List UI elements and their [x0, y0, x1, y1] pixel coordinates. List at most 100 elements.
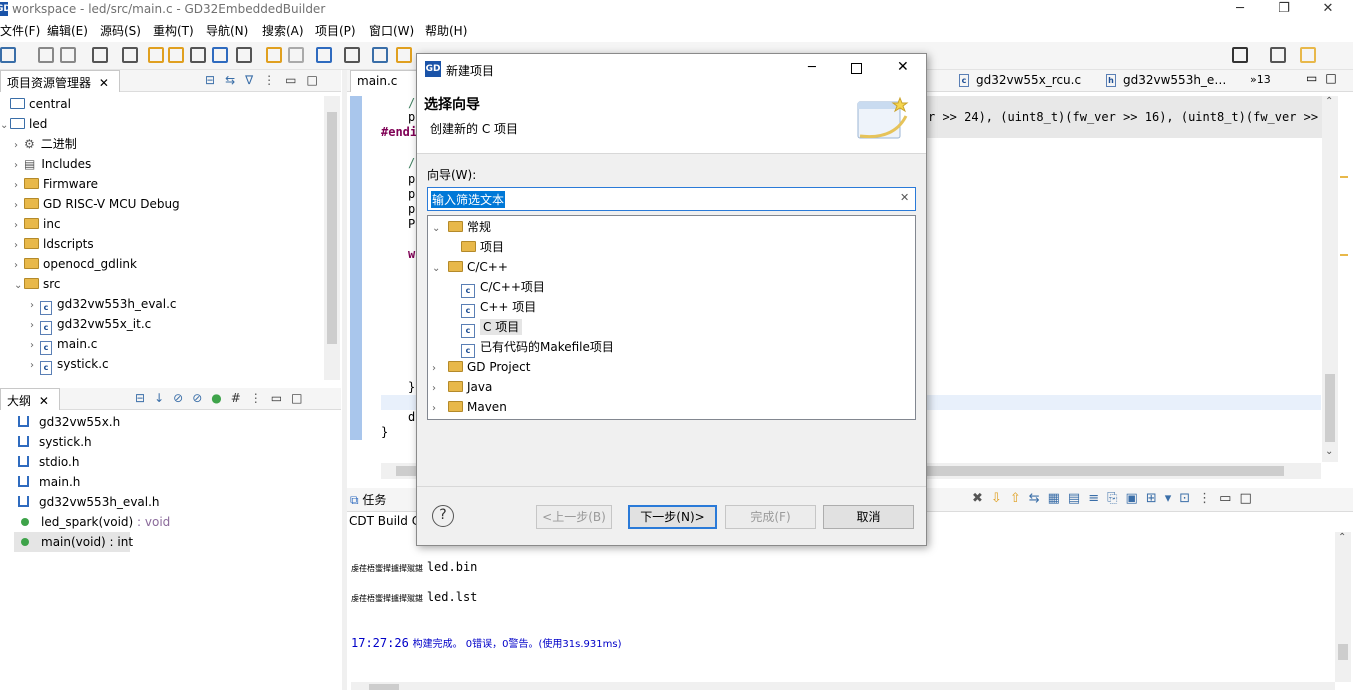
close-icon[interactable]: ✕ — [39, 394, 49, 408]
group-icon[interactable]: # — [231, 391, 250, 405]
outline-item[interactable]: led_spark(void) : void — [14, 512, 170, 532]
project-tree-item[interactable]: › c gd32vw553h_eval.c — [0, 294, 177, 315]
minimize-panel-icon[interactable]: ▭ — [285, 73, 306, 87]
build-icon[interactable] — [122, 47, 138, 63]
open-icon[interactable] — [372, 47, 388, 63]
forward-icon[interactable] — [168, 47, 184, 63]
project-tree-item[interactable]: › openocd_gdlink — [0, 254, 137, 274]
project-tree-item[interactable]: › ldscripts — [0, 234, 94, 254]
wizard-tree-item[interactable]: ⌄ 常规 — [432, 217, 491, 237]
wizard-tree-item[interactable]: c C++ 项目 — [461, 297, 536, 318]
display-icon[interactable]: ▣ — [1126, 491, 1146, 506]
undo-icon[interactable] — [266, 47, 282, 63]
prev-error-icon[interactable]: ⇧ — [1010, 491, 1029, 506]
minimize-panel-icon[interactable]: ▭ — [1219, 491, 1239, 506]
menu-item-1[interactable]: 编辑(E) — [47, 22, 88, 39]
outline-item[interactable]: main(void) : int — [14, 532, 133, 552]
dialog-maximize-button[interactable] — [851, 63, 862, 74]
outline-item[interactable]: systick.h — [14, 432, 92, 452]
project-tree-item[interactable]: › GD RISC-V MCU Debug — [0, 194, 180, 214]
wizard-tree-item[interactable]: ⌄ C/C++ — [432, 257, 508, 277]
maximize-panel-icon[interactable]: □ — [291, 391, 311, 405]
scroll-thumb[interactable] — [369, 684, 399, 690]
console-hscrollbar[interactable] — [351, 682, 1335, 690]
wizard-tree-item[interactable]: › GD Project — [432, 357, 530, 377]
back-button[interactable]: <上一步(B) — [536, 505, 612, 529]
binary-icon[interactable] — [92, 47, 108, 63]
console-vscrollbar[interactable]: ⌃ — [1335, 532, 1351, 682]
view-menu-icon[interactable]: ⋮ — [250, 391, 271, 405]
expand-arrow-icon[interactable]: › — [30, 336, 40, 356]
redo-icon[interactable] — [288, 47, 304, 63]
tab-gd32vw55x-rcu-c[interactable]: c gd32vw55x_rcu.c — [927, 70, 1107, 92]
hide-nonpublic-icon[interactable]: ● — [211, 391, 230, 405]
hide-static-icon[interactable]: ⊘ — [192, 391, 211, 405]
outline-item[interactable]: gd32vw55x.h — [14, 412, 120, 432]
expand-arrow-icon[interactable]: › — [432, 359, 442, 379]
scroll-up-icon[interactable]: ⌃ — [1338, 532, 1346, 543]
finish-button[interactable]: 完成(F) — [725, 505, 816, 529]
back-icon[interactable] — [148, 47, 164, 63]
search-icon[interactable] — [1232, 47, 1248, 63]
collapse-arrow-icon[interactable]: ⌄ — [432, 219, 442, 239]
expand-arrow-icon[interactable]: › — [14, 176, 24, 196]
maximize-panel-icon[interactable]: □ — [307, 73, 328, 87]
project-tree-scrollbar[interactable] — [324, 96, 340, 380]
next-button[interactable]: 下一步(N)> — [628, 505, 717, 529]
tab-project-explorer[interactable]: 项目资源管理器 ✕ — [0, 70, 120, 92]
project-tree-item[interactable]: › inc — [0, 214, 61, 234]
wizard-tree-item[interactable]: c C 项目 — [461, 317, 523, 338]
expand-arrow-icon[interactable]: › — [14, 196, 24, 216]
minimize-panel-icon[interactable]: ▭ — [271, 391, 291, 405]
expand-arrow-icon[interactable]: › — [14, 156, 24, 176]
save-icon[interactable] — [38, 47, 54, 63]
project-tree-item[interactable]: ⌄ led — [0, 114, 47, 134]
tab-outline[interactable]: 大纲 ✕ — [0, 388, 60, 410]
outline-item[interactable]: main.h — [14, 472, 80, 492]
tool1-icon[interactable] — [212, 47, 228, 63]
debug-icon[interactable] — [190, 47, 206, 63]
project-tree-item[interactable]: › Firmware — [0, 174, 98, 194]
wizard-tree-item[interactable]: › Maven — [432, 397, 507, 417]
expand-arrow-icon[interactable]: › — [30, 316, 40, 336]
minimize-button[interactable]: ─ — [1230, 1, 1250, 16]
wizard-tree-item[interactable]: 项目 — [461, 237, 504, 257]
help-icon[interactable]: ? — [432, 505, 454, 527]
expand-arrow-icon[interactable]: › — [14, 136, 24, 156]
wizard-tree-item[interactable]: c 已有代码的Makefile项目 — [461, 337, 614, 358]
cpp-perspective-icon[interactable] — [1300, 47, 1316, 63]
sort-icon[interactable]: ↓ — [154, 391, 173, 405]
collapse-all-icon[interactable]: ⊟ — [135, 391, 154, 405]
wizard-tree[interactable]: ⌄ 常规 项目 ⌄ C/C++ c C/C++项目 c C++ 项目 c C 项目 c 已有代码的Mak… — [427, 215, 916, 420]
link-editor-icon[interactable]: ⇆ — [225, 73, 245, 87]
tab-tasks[interactable]: ⧉ 任务 — [350, 491, 386, 508]
project-tree-item[interactable]: › c systick.c — [0, 354, 109, 375]
tab-main-c[interactable]: main.c — [350, 70, 420, 92]
scroll-up-icon[interactable]: ⌃ — [1325, 96, 1333, 107]
menu-item-4[interactable]: 导航(N) — [206, 22, 248, 39]
menu-item-0[interactable]: 文件(F) — [0, 22, 40, 39]
view-menu-icon[interactable]: ⋮ — [263, 73, 285, 87]
close-window-button[interactable]: ✕ — [1318, 1, 1338, 16]
wizard-tree-item[interactable]: c C/C++项目 — [461, 277, 545, 298]
cancel-button[interactable]: 取消 — [823, 505, 914, 529]
menu-item-8[interactable]: 帮助(H) — [425, 22, 467, 39]
link-icon[interactable]: ⇆ — [1029, 491, 1048, 506]
pin-icon[interactable]: ⊞ — [1146, 491, 1165, 506]
project-tree-item[interactable]: › c main.c — [0, 334, 97, 356]
outline-item[interactable]: stdio.h — [14, 452, 79, 472]
perspective-icon[interactable] — [1270, 47, 1286, 63]
view-menu-icon[interactable]: ⋮ — [1198, 491, 1219, 506]
new-icon[interactable] — [0, 47, 16, 63]
editor-vscrollbar[interactable]: ⌃ ⌄ — [1322, 96, 1338, 462]
filter-icon[interactable]: ∇ — [245, 73, 263, 87]
collapse-arrow-icon[interactable]: ⌄ — [432, 259, 442, 279]
scroll-down-icon[interactable]: ⌄ — [1325, 446, 1333, 457]
menu-item-7[interactable]: 窗口(W) — [369, 22, 414, 39]
scroll-thumb[interactable] — [327, 112, 337, 344]
tab-gd32vw553h-eval[interactable]: h gd32vw553h_e… — [1098, 70, 1248, 92]
maximize-panel-icon[interactable]: □ — [1239, 491, 1259, 506]
expand-arrow-icon[interactable]: ⌄ — [14, 276, 24, 296]
next-error-icon[interactable]: ⇩ — [991, 491, 1010, 506]
wizard-tree-item[interactable]: › Java — [432, 377, 492, 397]
